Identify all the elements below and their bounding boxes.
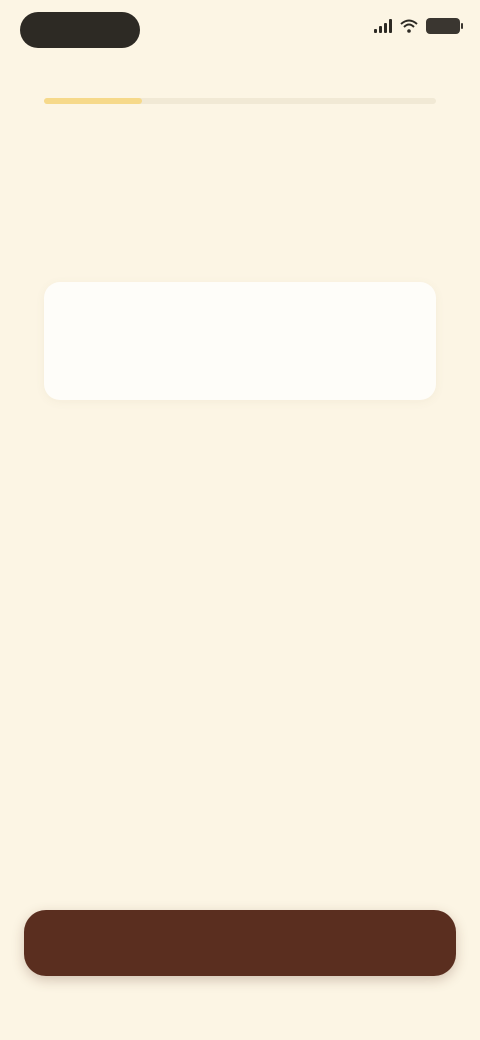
progress-fill bbox=[44, 98, 142, 104]
status-time bbox=[20, 12, 140, 48]
wifi-icon bbox=[400, 19, 418, 33]
status-icons bbox=[374, 18, 463, 34]
status-bar bbox=[20, 8, 463, 52]
progress-bar bbox=[44, 98, 436, 104]
input-card[interactable] bbox=[44, 282, 436, 400]
onboarding-screen bbox=[0, 0, 480, 1040]
signal-icon bbox=[374, 19, 392, 33]
next-button[interactable] bbox=[24, 910, 456, 976]
battery-icon bbox=[426, 18, 463, 34]
